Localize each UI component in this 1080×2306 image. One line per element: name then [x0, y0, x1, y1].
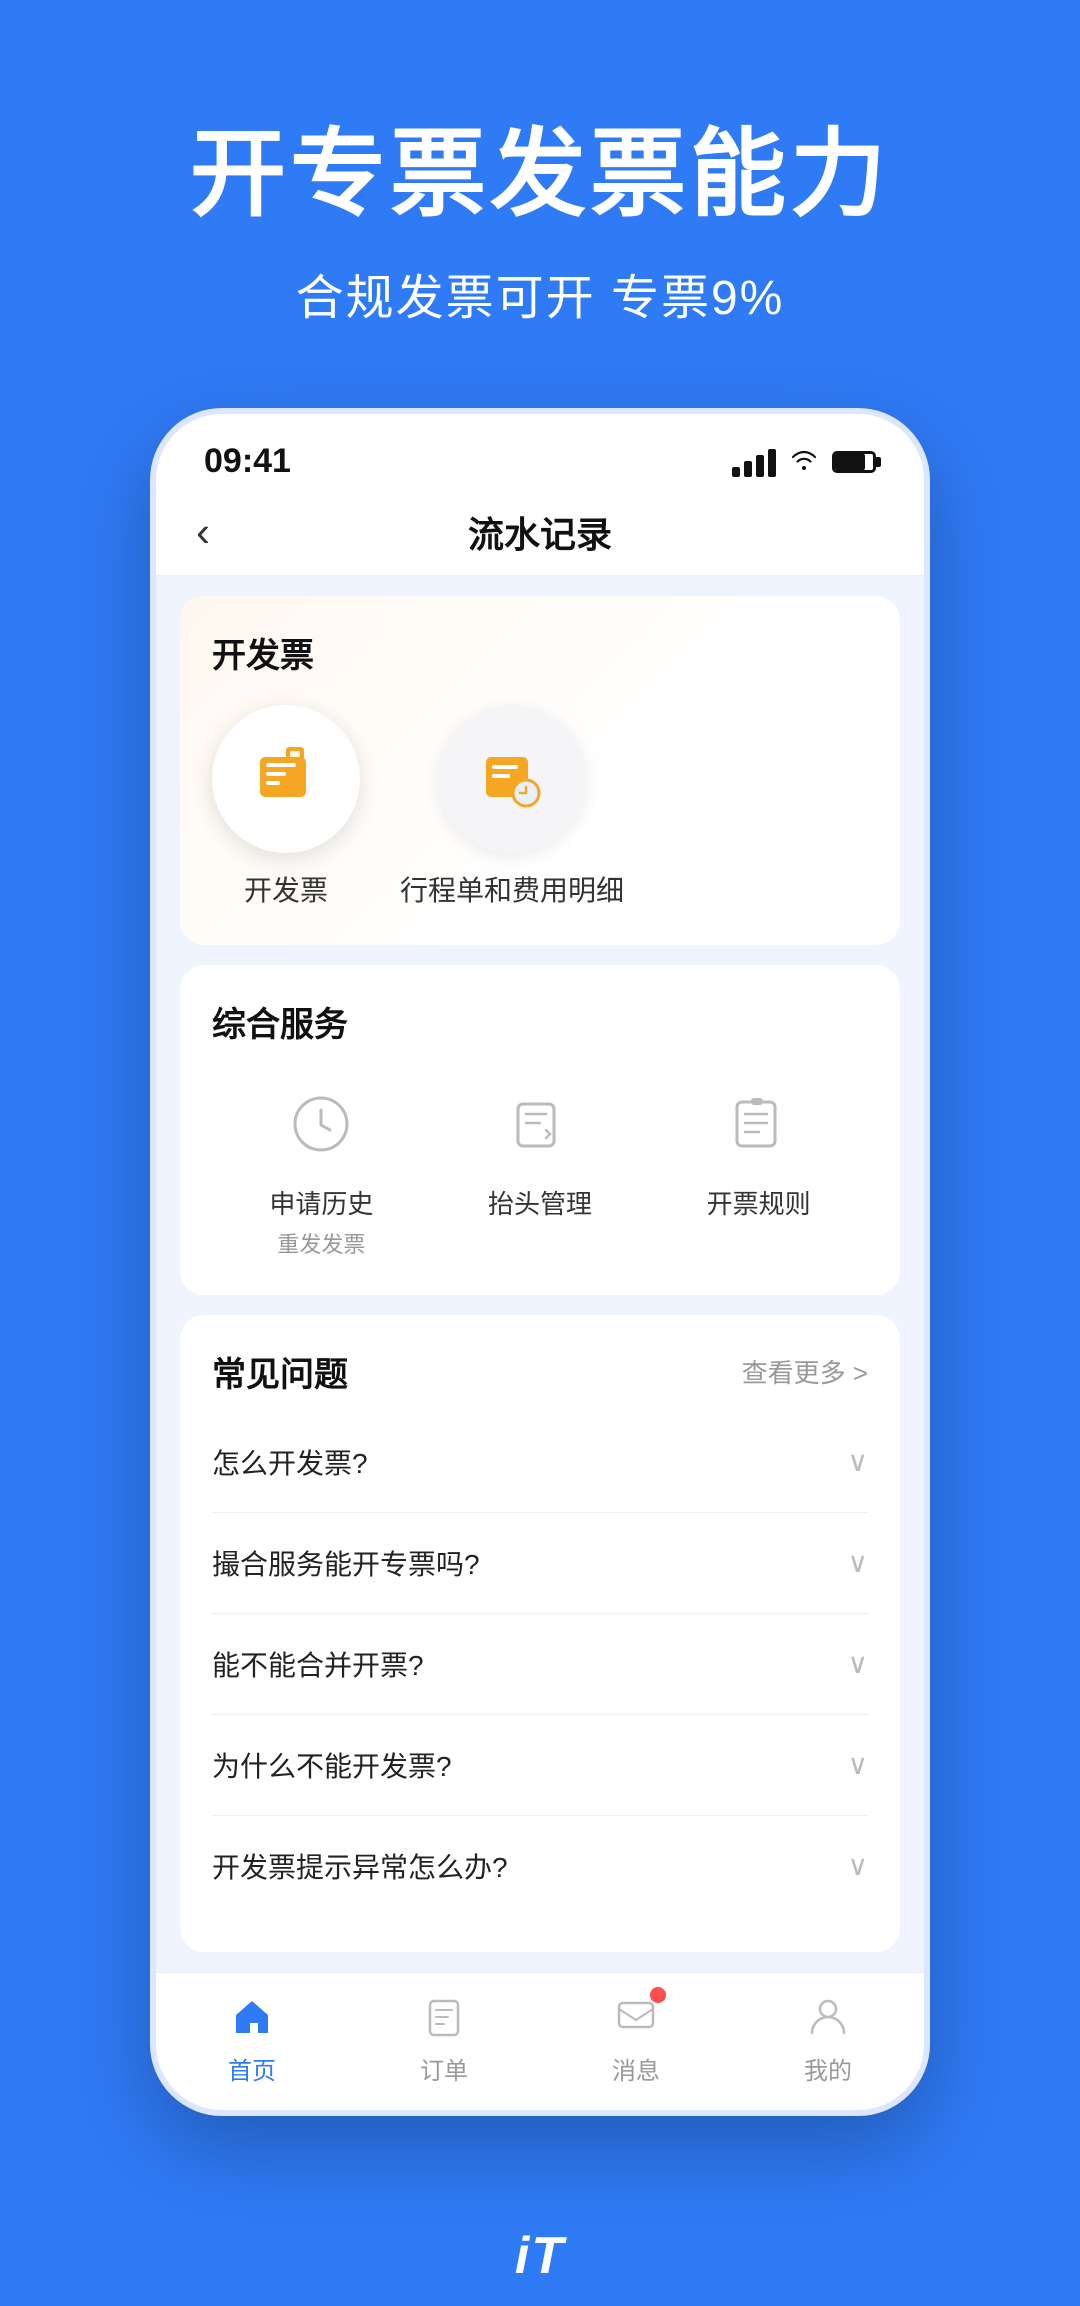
invoice-card: 开发票: [180, 596, 900, 945]
service-label-2: 开票规则: [707, 1186, 811, 1222]
invoice-label-1: 行程单和费用明细: [400, 869, 624, 909]
invoice-section-title: 开发票: [212, 628, 868, 677]
service-icon-history: [271, 1074, 371, 1174]
faq-more-button[interactable]: 查看更多 >: [742, 1353, 868, 1390]
hero-subtitle: 合规发票可开 专票9%: [60, 258, 1020, 328]
faq-question-4: 开发票提示异常怎么办?: [212, 1846, 508, 1886]
page-title: 流水记录: [468, 506, 612, 558]
home-icon: [226, 1991, 278, 2043]
invoice-icon-0: [250, 743, 322, 815]
service-item-1[interactable]: 抬头管理: [488, 1074, 592, 1222]
tab-messages[interactable]: 消息: [540, 1991, 732, 2086]
service-sub-0: 重发发票: [277, 1227, 365, 1259]
faq-chevron-0: ∨: [848, 1445, 869, 1478]
invoice-label-0: 开发票: [244, 869, 328, 909]
faq-chevron-4: ∨: [848, 1849, 869, 1882]
phone-shell: 09:41 ‹ 流水记录: [150, 408, 930, 2115]
faq-question-1: 撮合服务能开专票吗?: [212, 1543, 480, 1583]
faq-question-2: 能不能合并开票?: [212, 1644, 424, 1684]
service-icon-rules: [709, 1074, 809, 1174]
tab-profile-label: 我的: [804, 2051, 852, 2086]
faq-chevron-2: ∨: [848, 1647, 869, 1680]
faq-chevron-3: ∨: [848, 1748, 869, 1781]
invoice-icon-circle-1: [438, 705, 586, 853]
faq-item-2[interactable]: 能不能合并开票? ∨: [212, 1614, 868, 1715]
invoice-item-1[interactable]: 行程单和费用明细: [400, 705, 624, 909]
signal-icon: [732, 447, 776, 477]
tab-orders-label: 订单: [420, 2051, 468, 2086]
wifi-icon: [790, 446, 818, 477]
hero-title: 开专票发票能力: [60, 120, 1020, 230]
faq-header: 常见问题 查看更多 >: [212, 1347, 868, 1396]
faq-question-0: 怎么开发票?: [212, 1442, 368, 1482]
tab-profile[interactable]: 我的: [732, 1991, 924, 2086]
invoice-icon-1: [476, 743, 548, 815]
faq-item-4[interactable]: 开发票提示异常怎么办? ∨: [212, 1816, 868, 1916]
tab-home[interactable]: 首页: [156, 1991, 348, 2086]
faq-chevron-1: ∨: [848, 1546, 869, 1579]
service-label-0: 申请历史: [269, 1186, 373, 1222]
tab-orders[interactable]: 订单: [348, 1991, 540, 2086]
service-item-0[interactable]: 申请历史 重发发票: [269, 1074, 373, 1258]
faq-card: 常见问题 查看更多 > 怎么开发票? ∨ 撮合服务能开专票吗? ∨ 能不能合并开…: [180, 1315, 900, 1952]
invoice-icons-row: 开发票 行程单和费用明细: [212, 705, 868, 909]
profile-icon: [802, 1991, 854, 2043]
status-time: 09:41: [204, 442, 291, 481]
messages-icon: [610, 1991, 662, 2043]
service-icon-header: [490, 1074, 590, 1174]
message-badge: [650, 1987, 666, 2003]
faq-title: 常见问题: [212, 1347, 348, 1396]
service-item-2[interactable]: 开票规则: [707, 1074, 811, 1222]
faq-item-0[interactable]: 怎么开发票? ∨: [212, 1412, 868, 1513]
battery-icon: [832, 451, 876, 473]
brand-text: iT: [515, 2227, 565, 2285]
tab-home-label: 首页: [228, 2051, 276, 2086]
status-bar: 09:41: [156, 414, 924, 493]
tab-messages-label: 消息: [612, 2051, 660, 2086]
service-card: 综合服务 申请历史 重发发票: [180, 965, 900, 1294]
orders-icon: [418, 1991, 470, 2043]
nav-bar: ‹ 流水记录: [156, 493, 924, 576]
service-label-1: 抬头管理: [488, 1186, 592, 1222]
invoice-item-0[interactable]: 开发票: [212, 705, 360, 909]
service-section-title: 综合服务: [212, 997, 868, 1046]
status-icons: [732, 446, 876, 477]
back-button[interactable]: ‹: [196, 511, 210, 553]
tab-bar: 首页 订单: [156, 1972, 924, 2110]
invoice-icon-circle-0: [212, 705, 360, 853]
faq-item-3[interactable]: 为什么不能开发票? ∨: [212, 1715, 868, 1816]
service-items-row: 申请历史 重发发票 抬头管理: [212, 1074, 868, 1258]
content-area: 开发票: [156, 576, 924, 1951]
faq-list: 怎么开发票? ∨ 撮合服务能开专票吗? ∨ 能不能合并开票? ∨ 为什么不能开发…: [212, 1412, 868, 1916]
phone-wrapper: 09:41 ‹ 流水记录: [0, 408, 1080, 2195]
hero-section: 开专票发票能力 合规发票可开 专票9%: [0, 0, 1080, 408]
faq-question-3: 为什么不能开发票?: [212, 1745, 452, 1785]
faq-item-1[interactable]: 撮合服务能开专票吗? ∨: [212, 1513, 868, 1614]
bottom-brand: iT: [0, 2196, 1080, 2306]
